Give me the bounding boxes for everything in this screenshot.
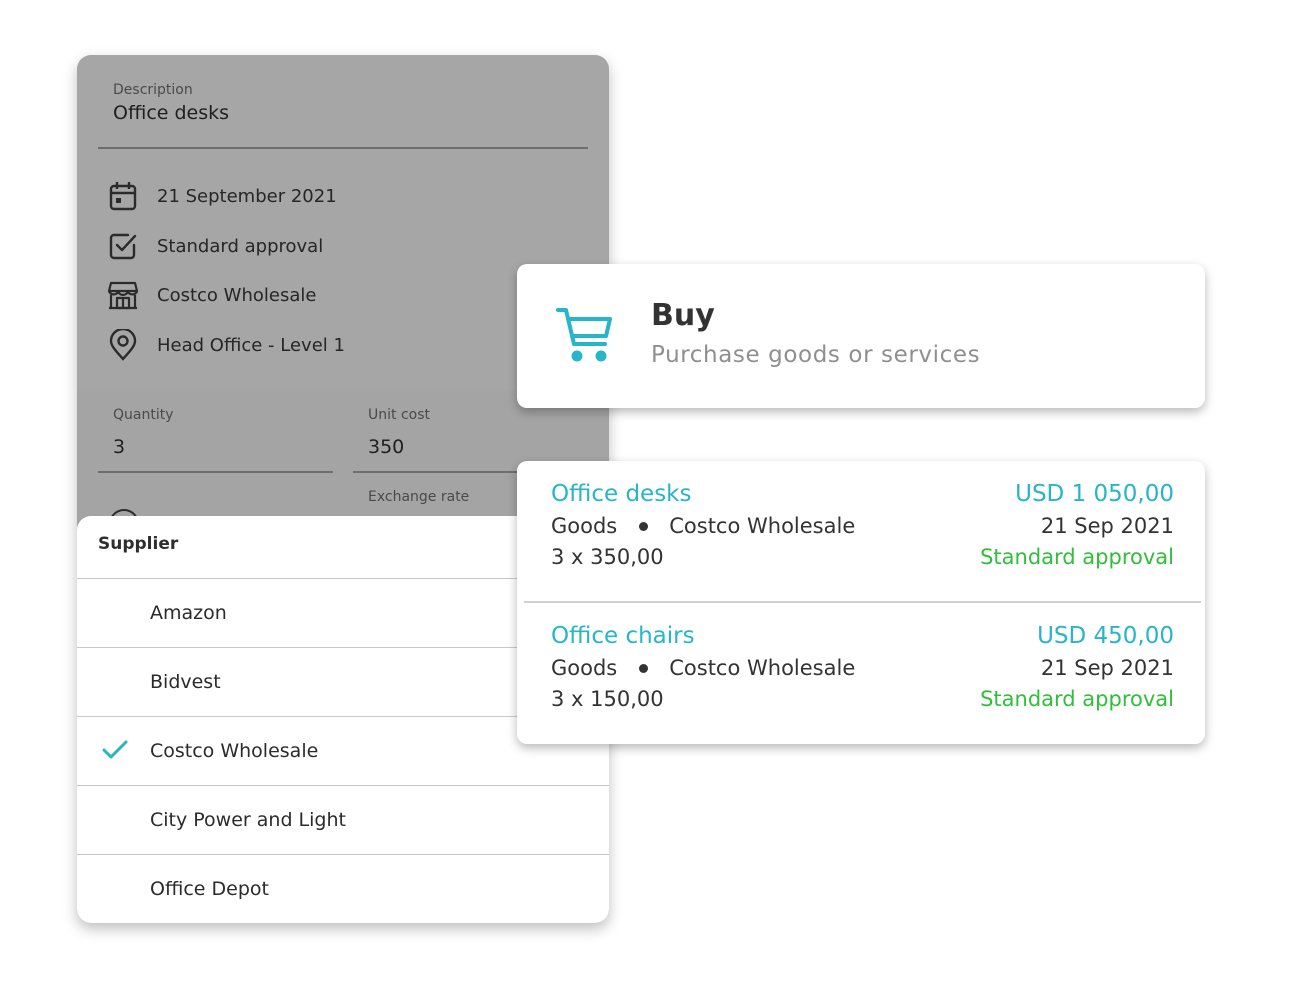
transaction-status: Standard approval <box>980 687 1174 711</box>
checkbox-icon <box>107 229 139 263</box>
transaction-amount: USD 450,00 <box>1037 623 1174 649</box>
date-row[interactable]: 21 September 2021 <box>107 178 337 214</box>
bullet-dot-icon <box>639 663 649 673</box>
supplier-option-label: City Power and Light <box>150 809 346 831</box>
supplier-text: Costco Wholesale <box>157 284 317 306</box>
transaction-meta: Goods Costco Wholesale <box>551 514 855 538</box>
transaction-quantity: 3 x 150,00 <box>551 687 664 711</box>
checkmark-icon <box>101 736 129 764</box>
description-field[interactable]: Office desks <box>113 102 229 124</box>
transaction-status: Standard approval <box>980 545 1174 569</box>
supplier-option-label: Costco Wholesale <box>150 740 319 762</box>
store-icon <box>107 278 139 312</box>
transaction-item[interactable]: Office desks USD 1 050,00 Goods Costco W… <box>517 461 1205 603</box>
supplier-option-office-depot[interactable]: Office Depot <box>77 854 609 923</box>
unit-cost-field[interactable]: 350 <box>368 436 404 458</box>
transaction-category: Goods <box>551 514 618 538</box>
buy-card[interactable]: Buy Purchase goods or services <box>517 264 1205 408</box>
transaction-name: Office desks <box>551 481 692 507</box>
supplier-option-city-power-and-light[interactable]: City Power and Light <box>77 785 609 854</box>
supplier-option-label: Bidvest <box>150 671 221 693</box>
quantity-field[interactable]: 3 <box>113 436 125 458</box>
approval-row[interactable]: Standard approval <box>107 228 323 264</box>
transaction-supplier: Costco Wholesale <box>669 656 856 680</box>
location-row[interactable]: Head Office - Level 1 <box>107 327 345 363</box>
location-text: Head Office - Level 1 <box>157 334 345 356</box>
location-pin-icon <box>107 328 139 362</box>
transactions-card: Office desks USD 1 050,00 Goods Costco W… <box>517 461 1205 744</box>
transaction-quantity: 3 x 350,00 <box>551 545 664 569</box>
transaction-category: Goods <box>551 656 618 680</box>
supplier-option-label: Amazon <box>150 602 227 624</box>
supplier-picker-title: Supplier <box>98 534 179 554</box>
transaction-meta: Goods Costco Wholesale <box>551 656 855 680</box>
buy-subtitle: Purchase goods or services <box>651 342 981 368</box>
unit-cost-label: Unit cost <box>368 407 430 423</box>
transaction-date: 21 Sep 2021 <box>1040 656 1174 680</box>
bullet-dot-icon <box>639 521 649 531</box>
description-label: Description <box>113 82 193 98</box>
transaction-date: 21 Sep 2021 <box>1040 514 1174 538</box>
approval-text: Standard approval <box>157 235 324 257</box>
supplier-option-label: Office Depot <box>150 878 269 900</box>
shopping-cart-icon <box>555 306 615 368</box>
quantity-label: Quantity <box>113 407 174 423</box>
transaction-name: Office chairs <box>551 623 695 649</box>
transaction-item[interactable]: Office chairs USD 450,00 Goods Costco Wh… <box>517 603 1205 743</box>
description-underline <box>98 147 588 149</box>
date-text: 21 September 2021 <box>157 185 337 207</box>
exchange-rate-label: Exchange rate <box>368 489 470 505</box>
quantity-underline <box>98 471 333 473</box>
calendar-icon <box>107 179 139 213</box>
transaction-amount: USD 1 050,00 <box>1015 481 1174 507</box>
transaction-supplier: Costco Wholesale <box>669 514 856 538</box>
buy-title: Buy <box>651 298 715 333</box>
supplier-row[interactable]: Costco Wholesale <box>107 277 316 313</box>
